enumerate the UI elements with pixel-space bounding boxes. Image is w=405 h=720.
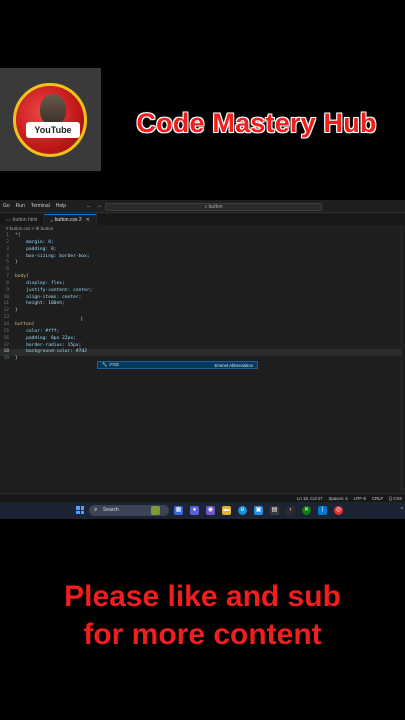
back-arrow-icon[interactable]: ← <box>86 203 92 209</box>
code-line: 13 <box>3 315 9 321</box>
meet-icon[interactable]: ◉ <box>206 506 215 515</box>
code-editor[interactable]: 1 *{ 2 margin: 0; 3 padding: 0; 4 box-siz… <box>0 233 405 363</box>
files-icon[interactable]: ▦ <box>174 506 183 515</box>
caption: Please like and sub for more content <box>0 578 405 654</box>
menu-item-run[interactable]: Run <box>16 203 25 209</box>
code-line: 1 *{ <box>6 233 21 238</box>
widgets-icon[interactable] <box>151 506 160 515</box>
logo-wordmark: YouTube <box>26 122 80 138</box>
editor-tabs: <> button.html # button.css 2 ✕ <box>0 214 405 225</box>
code-line: 7 body{ <box>6 274 29 280</box>
search-icon: ⌕ <box>94 507 98 513</box>
explorer-icon[interactable]: ▬ <box>222 506 231 515</box>
caption-line-2: for more content <box>83 618 322 651</box>
windows-taskbar: ⌕ Search ▦ ● ◉ ▬ e ▣ ▤ › ✕ ⟩ ◎ ^ <box>0 502 405 519</box>
code-line-current: 18 background-color: #7d2 <box>0 349 405 357</box>
code-line: 6 <box>6 267 9 273</box>
emmet-icon: 🔧 <box>102 362 108 367</box>
vscode-icon[interactable]: ⟩ <box>318 506 327 515</box>
windows-start-icon[interactable] <box>76 506 84 514</box>
status-language[interactable]: {} CSS <box>389 496 402 501</box>
code-line: 3 padding: 0; <box>6 246 57 252</box>
tab-button-css[interactable]: # button.css 2 ✕ <box>44 214 97 225</box>
channel-logo: YouTube <box>0 68 101 171</box>
status-indentation[interactable]: Spaces: 4 <box>329 496 348 501</box>
autocomplete-suggestion[interactable]: 🔧 #7d2 Emmet Abbreviation <box>97 361 258 369</box>
status-bar: Ln 18, Col 27 Spaces: 4 UTF-8 CRLF {} CS… <box>0 493 405 502</box>
code-line: 11 height: 100vh; <box>3 301 65 307</box>
chrome-icon[interactable]: ◎ <box>334 506 343 515</box>
code-line: 5} <box>6 260 18 266</box>
code-line: 2 margin: 0; <box>6 239 54 245</box>
caption-line-1: Please like and sub <box>64 580 341 613</box>
tab-label: button.html <box>12 216 38 223</box>
menu-item-go[interactable]: Go <box>3 203 10 209</box>
store-icon[interactable]: ▤ <box>270 506 279 515</box>
title-bar: Go Run Terminal Help ← → ⌕ button <box>0 200 405 213</box>
code-line: 8 display: flex; <box>6 280 65 286</box>
vscode-window: Go Run Terminal Help ← → ⌕ button <> but… <box>0 200 405 502</box>
edge-icon[interactable]: e <box>238 506 247 515</box>
avatar <box>40 94 66 124</box>
tray-chevron-icon[interactable]: ^ <box>401 507 403 513</box>
status-encoding[interactable]: UTF-8 <box>354 496 366 501</box>
code-line: 9 justify-content: center; <box>6 287 93 293</box>
code-line: 12} <box>3 308 18 314</box>
css-icon: # <box>50 217 53 223</box>
editor-scrollbar[interactable] <box>401 226 405 493</box>
xbox-icon[interactable]: ✕ <box>302 506 311 515</box>
terminal-icon[interactable]: › <box>286 506 295 515</box>
tab-label: button.css 2 <box>54 217 82 223</box>
channel-name: Code Mastery Hub <box>136 108 377 138</box>
code-line: 15 color: #fff; <box>3 328 60 334</box>
taskbar-search-label: Search <box>103 507 119 513</box>
menu-item-help[interactable]: Help <box>56 203 66 209</box>
menu-item-terminal[interactable]: Terminal <box>31 203 50 209</box>
command-center-search[interactable]: ⌕ button <box>105 203 322 211</box>
html-icon: <> <box>6 217 11 222</box>
status-line-ending[interactable]: CRLF <box>372 496 383 501</box>
close-icon[interactable]: ✕ <box>86 217 90 223</box>
search-input-text: button <box>208 204 223 210</box>
status-cursor-position[interactable]: Ln 18, Col 27 <box>297 496 323 501</box>
logo-badge: YouTube <box>13 83 87 157</box>
text-cursor-icon: I <box>81 317 83 323</box>
suggestion-label: #7d2 <box>109 362 119 367</box>
tab-button-html[interactable]: <> button.html <box>0 214 45 225</box>
code-line: 4 box-sizing: border-box; <box>6 253 90 259</box>
photos-icon[interactable]: ▣ <box>254 506 263 515</box>
forward-arrow-icon[interactable]: → <box>96 203 102 209</box>
suggestion-detail: Emmet Abbreviation <box>214 362 253 368</box>
code-line: 14 button{ <box>3 321 35 327</box>
code-line: 16 padding: 8px 22px; <box>3 335 76 341</box>
chat-icon[interactable]: ● <box>190 506 199 515</box>
breadcrumb[interactable]: # button.css > ⚙ button <box>6 226 53 232</box>
